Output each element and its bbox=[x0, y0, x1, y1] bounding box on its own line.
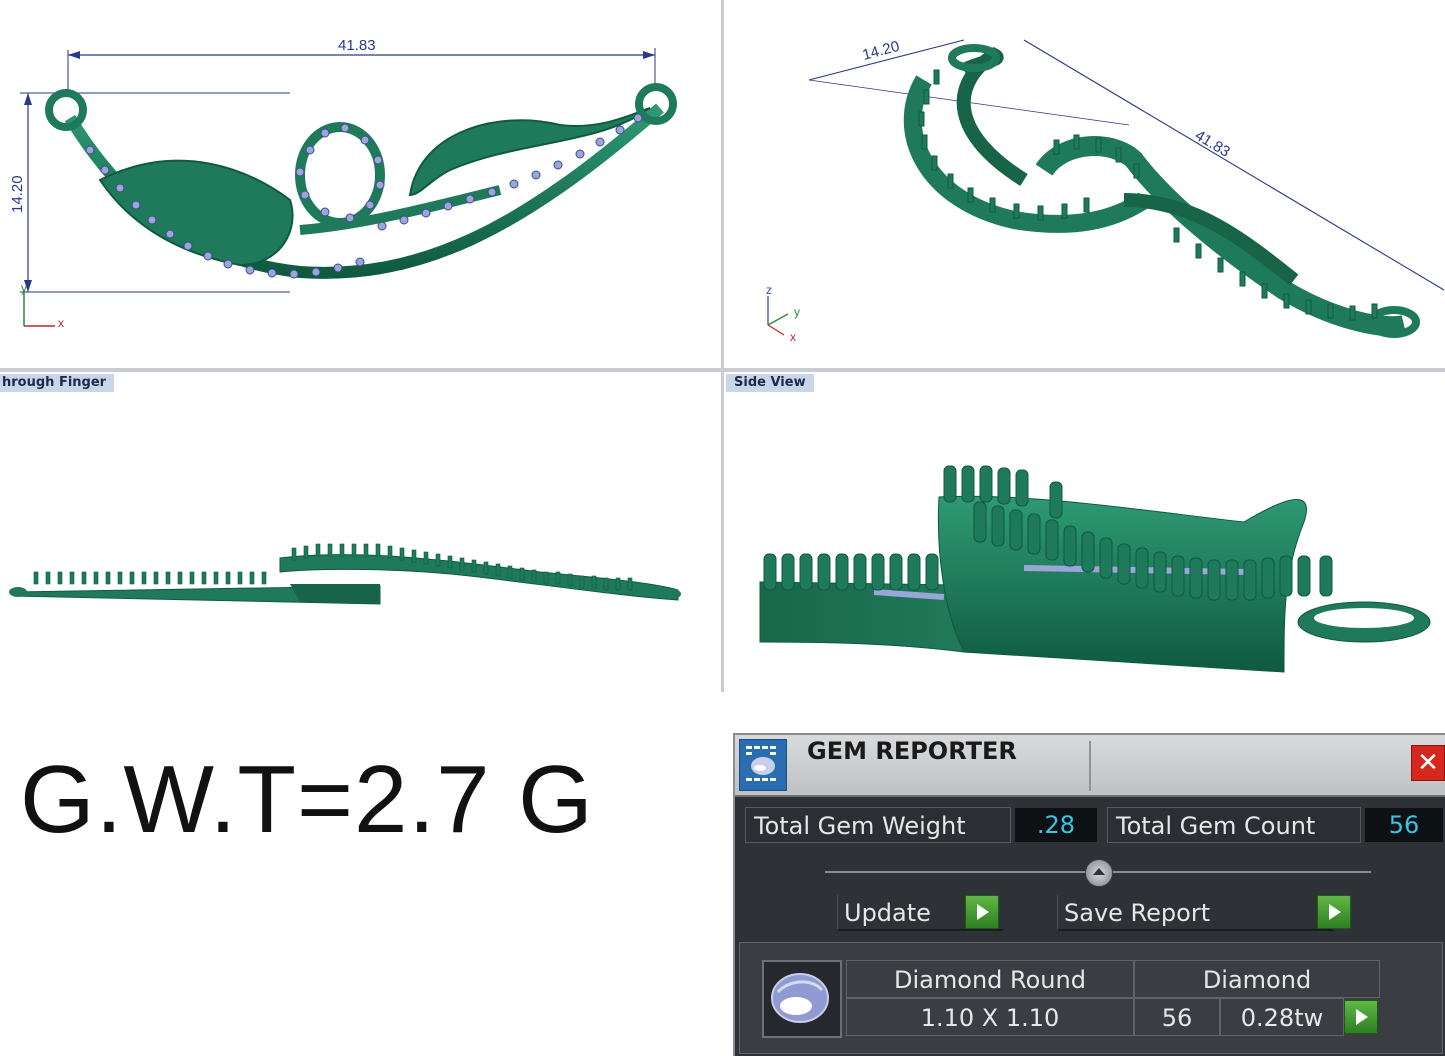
gem-reporter-titlebar[interactable]: GEM REPORTER ✕ bbox=[735, 735, 1445, 797]
save-report-button[interactable]: Save Report bbox=[1057, 895, 1333, 931]
svg-text:y: y bbox=[21, 281, 27, 295]
dim-height-label: 14.20 bbox=[9, 175, 26, 213]
gem-material-cell: Diamond bbox=[1134, 960, 1380, 998]
save-report-play-icon[interactable] bbox=[1317, 895, 1351, 929]
gem-reporter-panel: GEM REPORTER ✕ Total Gem Weight .28 Tota… bbox=[733, 733, 1445, 1056]
diamond-round-icon[interactable] bbox=[762, 960, 842, 1038]
viewport-side[interactable]: Side View bbox=[724, 372, 1445, 692]
viewport-through-finger[interactable]: hrough Finger bbox=[0, 372, 721, 692]
save-report-label: Save Report bbox=[1064, 899, 1211, 927]
gem-weight-cell: 0.28tw bbox=[1220, 998, 1344, 1036]
gem-table: Diamond Round Diamond 1.10 X 1.10 56 0.2… bbox=[739, 942, 1443, 1054]
total-gem-weight-label: Total Gem Weight bbox=[745, 807, 1011, 843]
gross-weight-text: G.W.T=2.7 G bbox=[20, 746, 594, 853]
titlebar-divider bbox=[1089, 741, 1091, 791]
axis-indicator-persp: x y z bbox=[766, 283, 800, 344]
gem-shape-cell: Diamond Round bbox=[846, 960, 1134, 998]
svg-text:x: x bbox=[790, 330, 796, 344]
update-play-icon[interactable] bbox=[965, 895, 999, 929]
collapse-toggle-icon[interactable] bbox=[1085, 859, 1113, 887]
svg-text:x: x bbox=[58, 316, 64, 330]
gem-size-cell: 1.10 X 1.10 bbox=[846, 998, 1134, 1036]
dim-persp-height-label: 14.20 bbox=[861, 38, 902, 64]
dim-width-label: 41.83 bbox=[338, 37, 376, 54]
total-gem-count-value: 56 bbox=[1365, 808, 1443, 842]
viewport-top[interactable]: 41.83 14.20 x y bbox=[0, 0, 721, 368]
viewport-perspective[interactable]: 14.20 41.83 x y z bbox=[724, 0, 1445, 368]
svg-text:z: z bbox=[766, 283, 772, 297]
svg-text:y: y bbox=[794, 305, 800, 319]
dim-persp-width-label: 41.83 bbox=[1192, 127, 1233, 161]
total-gem-count-label: Total Gem Count bbox=[1107, 807, 1361, 843]
gem-reporter-title: GEM REPORTER bbox=[807, 737, 1017, 765]
gem-row-play-icon[interactable] bbox=[1344, 1000, 1378, 1034]
total-gem-weight-value: .28 bbox=[1015, 808, 1097, 842]
gem-reporter-logo-icon bbox=[739, 739, 787, 791]
dimension-width: 41.83 bbox=[67, 37, 656, 95]
pendant-perspective bbox=[903, 44, 1420, 338]
update-label: Update bbox=[844, 899, 931, 927]
close-button[interactable]: ✕ bbox=[1411, 745, 1445, 781]
gem-count-cell: 56 bbox=[1134, 998, 1220, 1036]
pendant-top-view bbox=[45, 83, 677, 279]
